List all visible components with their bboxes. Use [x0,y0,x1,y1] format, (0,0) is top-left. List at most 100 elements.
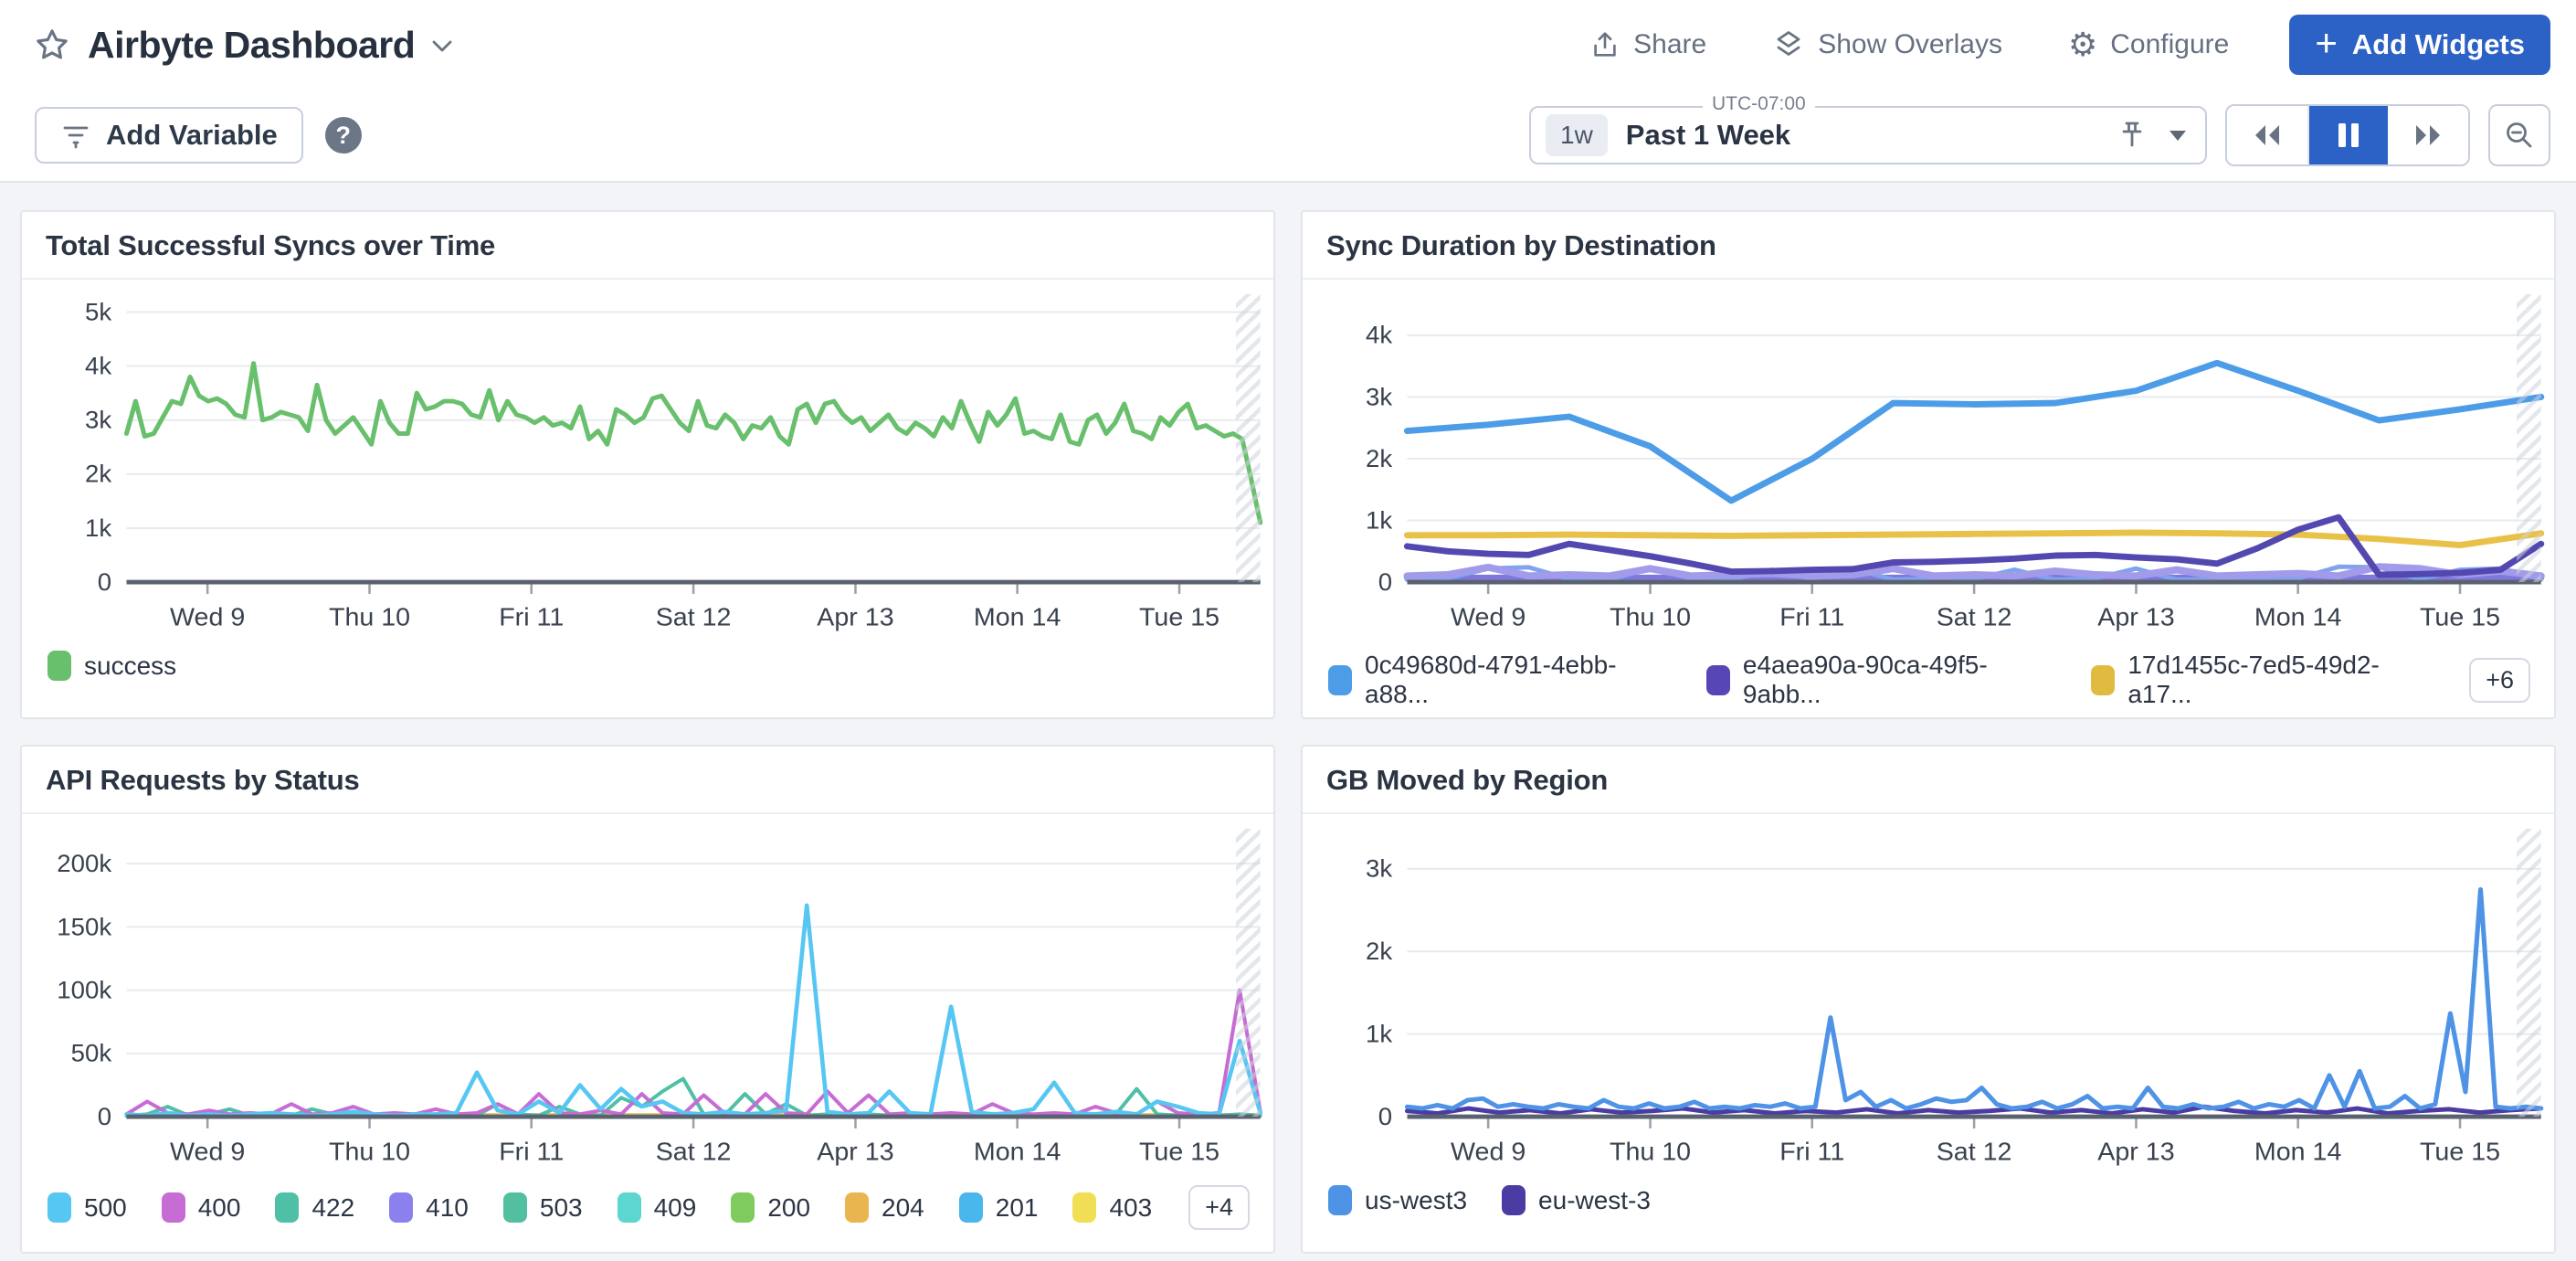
pause-button[interactable] [2307,106,2388,164]
svg-text:4k: 4k [85,352,112,379]
legend-item[interactable]: success [48,651,176,681]
svg-text:Apr 13: Apr 13 [817,1138,893,1165]
legend-item[interactable]: 204 [845,1192,924,1223]
svg-text:Apr 13: Apr 13 [2097,603,2174,630]
svg-text:Thu 10: Thu 10 [329,1138,410,1165]
svg-text:0: 0 [98,567,111,595]
svg-text:Fri 11: Fri 11 [1779,603,1844,630]
add-widgets-button[interactable]: + Add Widgets [2289,15,2550,75]
legend-item[interactable]: 409 [618,1192,697,1223]
widget-title: GB Moved by Region [1303,747,2554,814]
configure-label: Configure [2110,29,2229,60]
legend-item[interactable]: 500 [48,1192,127,1223]
legend-swatch [1072,1192,1096,1223]
rewind-button[interactable] [2227,106,2307,164]
svg-text:Mon 14: Mon 14 [974,1138,1061,1165]
svg-text:2k: 2k [1366,938,1393,965]
legend-item[interactable]: e4aea90a-90ca-49f5-9abb... [1706,651,2056,709]
svg-text:Mon 14: Mon 14 [974,603,1061,630]
legend-item[interactable]: 422 [275,1192,354,1223]
title-row: Airbyte Dashboard Share Show Overlays ⚙ … [0,0,2576,90]
svg-text:50k: 50k [71,1039,112,1066]
zoom-out-icon [2503,119,2536,152]
legend-label: 17d1455c-7ed5-49d2-a17... [2127,651,2434,709]
configure-button[interactable]: ⚙ Configure [2063,27,2234,62]
legend-item[interactable]: eu-west-3 [1502,1185,1651,1215]
svg-text:Fri 11: Fri 11 [1779,1138,1844,1165]
svg-text:Wed 9: Wed 9 [1451,603,1526,630]
legend-item[interactable]: 410 [389,1192,469,1223]
widget-title: Sync Duration by Destination [1303,212,2554,280]
svg-text:Apr 13: Apr 13 [2097,1138,2174,1165]
svg-text:0: 0 [1378,567,1392,595]
legend-swatch [618,1192,641,1223]
share-button[interactable]: Share [1584,27,1712,62]
svg-text:1k: 1k [1366,506,1393,534]
add-variable-label: Add Variable [106,119,278,152]
legend-label: e4aea90a-90ca-49f5-9abb... [1743,651,2056,709]
legend-item[interactable]: 400 [162,1192,241,1223]
legend-overflow-chip[interactable]: +6 [2469,658,2530,703]
svg-text:Sat 12: Sat 12 [1937,603,2012,630]
legend: 500 400 422 410 503 409 200 204 201 403 +4 [22,1182,1273,1230]
legend-swatch [959,1192,983,1223]
timezone-label: UTC-07:00 [1703,93,1815,115]
range-shortcut-chip: 1w [1546,114,1608,156]
add-widgets-label: Add Widgets [2352,28,2525,61]
legend-item[interactable]: 200 [731,1192,810,1223]
widget-title: API Requests by Status [22,747,1273,814]
legend-label: 503 [540,1193,583,1223]
legend-overflow-chip[interactable]: +4 [1188,1185,1250,1230]
legend-swatch [1328,665,1352,695]
widget-gb-moved-by-region: GB Moved by Region 01k2k3kWed 9Thu 10Fri… [1301,745,2556,1254]
rewind-icon [2252,122,2283,148]
title-caret-icon[interactable] [431,39,453,58]
legend-swatch [1706,665,1730,695]
legend-item[interactable]: 503 [503,1192,583,1223]
legend-item[interactable]: 201 [959,1192,1039,1223]
time-range-picker[interactable]: UTC-07:00 1w Past 1 Week [1529,106,2207,164]
legend-item[interactable]: 17d1455c-7ed5-49d2-a17... [2091,651,2434,709]
add-variable-button[interactable]: Add Variable [35,107,303,164]
caret-down-icon[interactable] [2169,130,2187,142]
svg-text:2k: 2k [85,460,112,487]
layers-icon [1772,28,1805,61]
legend-item[interactable]: 403 [1072,1192,1152,1223]
dashboard-header: Airbyte Dashboard Share Show Overlays ⚙ … [0,0,2576,183]
svg-text:Thu 10: Thu 10 [1610,603,1691,630]
help-icon[interactable]: ? [325,117,362,154]
chart-canvas[interactable]: 01k2k3k4kWed 9Thu 10Fri 11Sat 12Apr 13Mo… [1303,283,2554,647]
svg-text:Fri 11: Fri 11 [499,603,564,630]
legend-swatch [275,1192,299,1223]
svg-text:5k: 5k [85,298,112,325]
fast-forward-button[interactable] [2388,106,2468,164]
svg-text:3k: 3k [1366,383,1393,410]
svg-text:Wed 9: Wed 9 [1451,1138,1526,1165]
favorite-star-icon[interactable] [35,27,69,62]
legend-swatch [503,1192,527,1223]
legend-label: 403 [1109,1193,1152,1223]
pin-icon[interactable] [2119,120,2145,151]
svg-text:Tue 15: Tue 15 [1139,1138,1219,1165]
legend-label: success [84,652,176,681]
svg-text:Mon 14: Mon 14 [2254,603,2341,630]
legend-label: us-west3 [1365,1186,1467,1215]
legend-label: eu-west-3 [1538,1186,1651,1215]
legend-label: 400 [198,1193,241,1223]
svg-text:Wed 9: Wed 9 [170,603,245,630]
legend: success [22,647,1273,681]
chart-canvas[interactable]: 050k100k150k200kWed 9Thu 10Fri 11Sat 12A… [22,818,1273,1182]
zoom-out-button[interactable] [2488,104,2550,166]
svg-text:3k: 3k [85,406,112,433]
filter-icon [60,121,91,150]
legend-item[interactable]: us-west3 [1328,1185,1467,1215]
chart-canvas[interactable]: 01k2k3k4k5kWed 9Thu 10Fri 11Sat 12Apr 13… [22,283,1273,647]
svg-text:150k: 150k [57,913,111,940]
legend-item[interactable]: 0c49680d-4791-4ebb-a88... [1328,651,1672,709]
show-overlays-button[interactable]: Show Overlays [1767,27,2008,62]
svg-text:Mon 14: Mon 14 [2254,1138,2341,1165]
legend-label: 500 [84,1193,127,1223]
svg-text:4k: 4k [1366,321,1393,348]
chart-canvas[interactable]: 01k2k3kWed 9Thu 10Fri 11Sat 12Apr 13Mon … [1303,818,2554,1182]
legend-label: 200 [767,1193,810,1223]
